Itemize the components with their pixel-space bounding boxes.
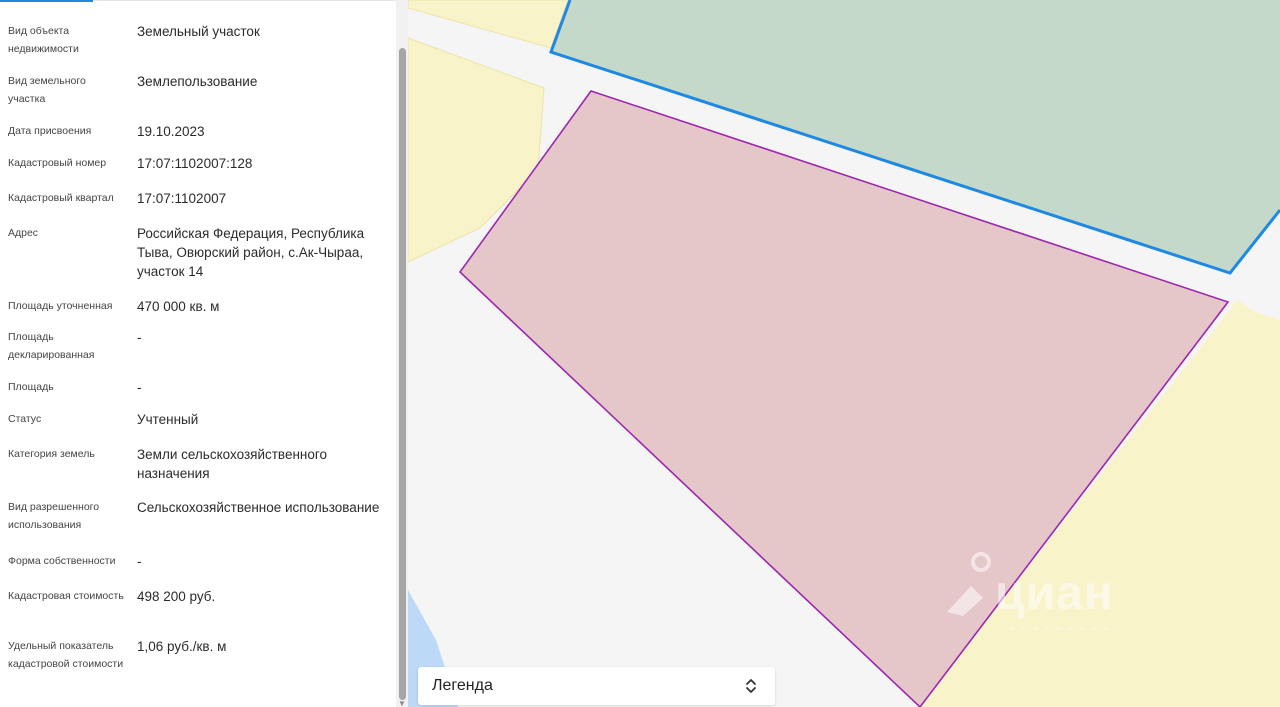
scroll-down-arrow-icon[interactable]: ▼ (397, 700, 407, 707)
prop-value: - (137, 330, 142, 345)
prop-label: Адрес (8, 227, 39, 239)
prop-value: - (137, 380, 142, 395)
prop-label: Дата присвоения (8, 125, 92, 137)
prop-value: - (137, 554, 142, 569)
prop-value: Земли сельскохозяйственного назначения (137, 447, 328, 481)
prop-value: 470 000 кв. м (137, 299, 220, 314)
prop-value: 19.10.2023 (137, 124, 205, 139)
prop-value: Земельный участок (137, 24, 260, 39)
prop-label: Удельный показатель кадастровой стоимост… (8, 640, 124, 670)
prop-value: Учтенный (137, 412, 199, 427)
prop-label: Статус (8, 413, 42, 425)
prop-label: Вид земельного участка (8, 75, 86, 105)
watermark-brand: циан (995, 567, 1114, 620)
legend-dropdown[interactable]: Легенда (418, 667, 775, 705)
prop-value: 498 200 руб. (137, 589, 216, 604)
prop-value: Сельскохозяйственное использование (137, 500, 380, 515)
prop-value: Российская Федерация, Республика Тыва, О… (137, 226, 365, 279)
prop-label: Вид объекта недвижимости (8, 25, 79, 55)
chevron-updown-icon[interactable] (744, 676, 758, 696)
prop-value: 17:07:1102007 (137, 191, 227, 206)
tab-divider (93, 0, 396, 1)
prop-label: Вид разрешенного использования (8, 501, 100, 531)
legend-label: Легенда (432, 677, 493, 694)
watermark-sub: - - - - - - - - - (1009, 620, 1110, 637)
property-info-panel: Вид объекта недвижимости Земельный участ… (0, 0, 408, 707)
prop-value: 1,06 руб./кв. м (137, 639, 227, 654)
active-tab-indicator (0, 0, 93, 2)
prop-label: Категория земель (8, 448, 95, 460)
prop-label: Площадь декларированная (8, 331, 95, 361)
prop-label: Площадь (8, 381, 54, 393)
scrollbar-thumb[interactable] (399, 48, 406, 700)
prop-label: Форма собственности (8, 555, 116, 567)
prop-label: Площадь уточненная (8, 300, 113, 312)
prop-label: Кадастровый квартал (8, 192, 114, 204)
prop-label: Кадастровая стоимость (8, 590, 124, 602)
prop-value: 17:07:1102007:128 (137, 156, 253, 171)
cian-logo-icon (947, 552, 991, 616)
prop-label: Кадастровый номер (8, 157, 107, 169)
cian-watermark: циан - - - - - - - - - (945, 548, 1175, 643)
prop-value: Землепользование (137, 74, 258, 89)
